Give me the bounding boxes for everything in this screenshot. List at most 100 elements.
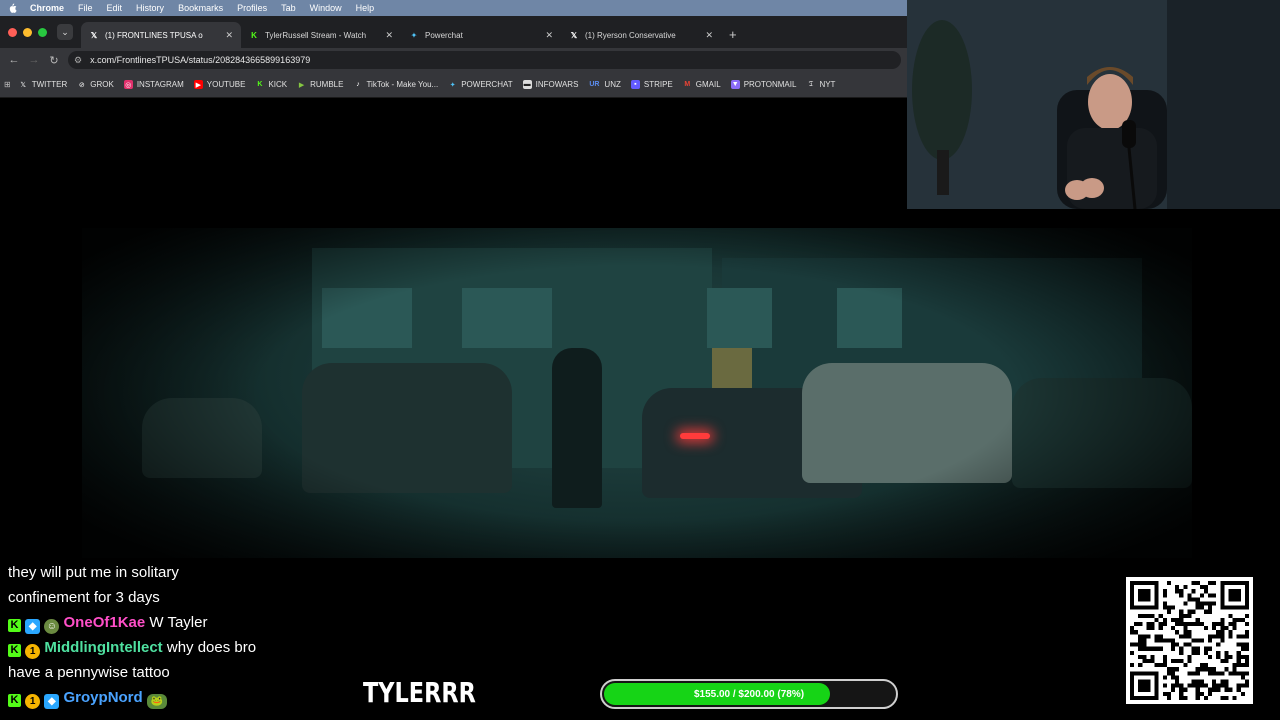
qr-module bbox=[1162, 605, 1167, 610]
bookmark-instagram[interactable]: ◎ INSTAGRAM bbox=[123, 80, 184, 89]
bookmark-youtube[interactable]: ▶ YOUTUBE bbox=[193, 80, 245, 89]
rumble-icon: ▶ bbox=[298, 81, 305, 89]
back-arrow-icon[interactable]: ← bbox=[4, 54, 24, 66]
qr-module bbox=[1224, 683, 1229, 688]
bookmark-label: UNZ bbox=[604, 80, 621, 89]
bookmark-twitter[interactable]: 𝕏 TWITTER bbox=[19, 80, 67, 89]
bookmark-infowars[interactable]: ▬ INFOWARS bbox=[522, 80, 579, 89]
qr-module bbox=[1244, 646, 1249, 651]
powerchat-icon: ✦ bbox=[410, 30, 418, 40]
new-tab-button[interactable]: + bbox=[729, 27, 737, 42]
tab-frontlines[interactable]: 𝕏 (1) FRONTLINES TPUSA o ✕ bbox=[81, 22, 241, 48]
qr-module bbox=[1232, 626, 1237, 631]
tab-ryerson[interactable]: 𝕏 (1) Ryerson Conservative ✕ bbox=[561, 22, 721, 48]
menu-bookmarks[interactable]: Bookmarks bbox=[178, 3, 223, 13]
close-tab-icon[interactable]: ✕ bbox=[545, 30, 553, 41]
qr-module bbox=[1232, 663, 1237, 668]
bookmark-tiktok[interactable]: ♪ TikTok - Make You... bbox=[353, 80, 438, 89]
frog-emote-icon: 🐸 bbox=[146, 694, 167, 709]
close-window-button[interactable] bbox=[8, 27, 17, 37]
bookmark-protonmail[interactable]: ▼ PROTONMAIL bbox=[730, 80, 797, 89]
qr-module bbox=[1228, 687, 1233, 692]
qr-module bbox=[1244, 642, 1249, 647]
qr-module bbox=[1179, 593, 1184, 598]
apps-grid-icon[interactable]: ⊞ bbox=[4, 80, 11, 89]
qr-module bbox=[1244, 622, 1249, 627]
chat-message: K 1 MiddlingIntellect why does bro bbox=[8, 635, 308, 660]
qr-module bbox=[1240, 634, 1245, 639]
bookmark-powerchat[interactable]: ✦ POWERCHAT bbox=[448, 80, 513, 89]
goal-progress-text: $155.00 / $200.00 (78%) bbox=[693, 688, 805, 700]
close-tab-icon[interactable]: ✕ bbox=[705, 30, 713, 41]
qr-module bbox=[1166, 695, 1172, 700]
tab-kick-stream[interactable]: K TylerRussell Stream - Watch ✕ bbox=[241, 22, 401, 48]
minimize-window-button[interactable] bbox=[23, 27, 32, 37]
tab-search-button[interactable]: ⌄ bbox=[57, 24, 73, 40]
qr-module bbox=[1195, 617, 1200, 623]
qr-module bbox=[1158, 622, 1163, 627]
bookmark-label: INFOWARS bbox=[535, 80, 579, 89]
kick-logo-icon: K bbox=[251, 30, 257, 40]
close-tab-icon[interactable]: ✕ bbox=[385, 30, 393, 41]
qr-module bbox=[1187, 671, 1192, 676]
menu-app-name[interactable]: Chrome bbox=[30, 3, 64, 13]
address-bar[interactable]: ⚙ x.com/FrontlinesTPUSA/status/208284366… bbox=[68, 51, 901, 69]
qr-module bbox=[1187, 609, 1192, 614]
qr-module bbox=[1138, 642, 1143, 647]
qr-module bbox=[1203, 650, 1208, 655]
qr-module bbox=[1203, 683, 1208, 688]
qr-module bbox=[1158, 646, 1163, 651]
qr-module bbox=[1199, 691, 1204, 696]
qr-module bbox=[1171, 626, 1176, 631]
browser-tab-strip: ⌄ 𝕏 (1) FRONTLINES TPUSA o ✕ K TylerRuss… bbox=[0, 16, 907, 48]
qr-module bbox=[1224, 626, 1229, 631]
chat-username: MiddlingIntellect bbox=[44, 639, 163, 656]
x-logo-icon: 𝕏 bbox=[570, 30, 578, 40]
qr-module bbox=[1207, 667, 1213, 672]
qr-module bbox=[1175, 675, 1180, 680]
donation-goal-bar: $155.00 / $200.00 (78%) bbox=[600, 679, 898, 709]
qr-module bbox=[1228, 671, 1233, 676]
menu-window[interactable]: Window bbox=[310, 3, 342, 13]
qr-module bbox=[1220, 626, 1225, 631]
qr-module bbox=[1232, 667, 1237, 672]
qr-module bbox=[1179, 687, 1184, 692]
qr-module bbox=[1162, 638, 1167, 643]
menu-tab[interactable]: Tab bbox=[281, 3, 296, 13]
menu-file[interactable]: File bbox=[78, 3, 93, 13]
bookmark-grok[interactable]: ⊘ GROK bbox=[77, 80, 114, 89]
bookmark-kick[interactable]: K KICK bbox=[255, 80, 287, 89]
bookmark-gmail[interactable]: M GMAIL bbox=[683, 80, 721, 89]
bookmark-unz[interactable]: UR UNZ bbox=[588, 80, 621, 89]
qr-module bbox=[1187, 658, 1192, 664]
qr-module bbox=[1179, 617, 1184, 623]
qr-module bbox=[1175, 679, 1180, 684]
qr-module bbox=[1212, 581, 1217, 586]
qr-module bbox=[1179, 613, 1184, 618]
bookmark-label: GMAIL bbox=[695, 80, 721, 89]
kick-badge-icon: K bbox=[8, 694, 21, 707]
chevron-down-icon: ⌄ bbox=[61, 26, 69, 37]
qr-module bbox=[1207, 654, 1213, 659]
menu-history[interactable]: History bbox=[136, 3, 164, 13]
apple-icon[interactable] bbox=[8, 3, 18, 13]
menu-help[interactable]: Help bbox=[356, 3, 375, 13]
bookmark-rumble[interactable]: ▶ RUMBLE bbox=[297, 80, 344, 89]
menu-edit[interactable]: Edit bbox=[107, 3, 123, 13]
qr-module bbox=[1154, 663, 1159, 668]
kick-badge-icon: K bbox=[8, 619, 21, 632]
qr-module bbox=[1199, 663, 1204, 668]
qr-module bbox=[1220, 634, 1225, 639]
bookmark-label: PROTONMAIL bbox=[743, 80, 797, 89]
tab-powerchat[interactable]: ✦ Powerchat ✕ bbox=[401, 22, 561, 48]
site-info-icon[interactable]: ⚙ bbox=[74, 55, 82, 66]
menu-profiles[interactable]: Profiles bbox=[237, 3, 267, 13]
bookmark-nyt[interactable]: 𝔗 NYT bbox=[806, 80, 836, 89]
reload-icon[interactable]: ↻ bbox=[44, 54, 64, 67]
zoom-window-button[interactable] bbox=[38, 27, 47, 37]
forward-arrow-icon[interactable]: → bbox=[24, 54, 44, 66]
qr-module bbox=[1195, 605, 1200, 610]
bookmark-stripe[interactable]: ▪ STRIPE bbox=[630, 80, 673, 89]
nyt-icon: 𝔗 bbox=[808, 80, 814, 88]
close-tab-icon[interactable]: ✕ bbox=[225, 30, 233, 41]
